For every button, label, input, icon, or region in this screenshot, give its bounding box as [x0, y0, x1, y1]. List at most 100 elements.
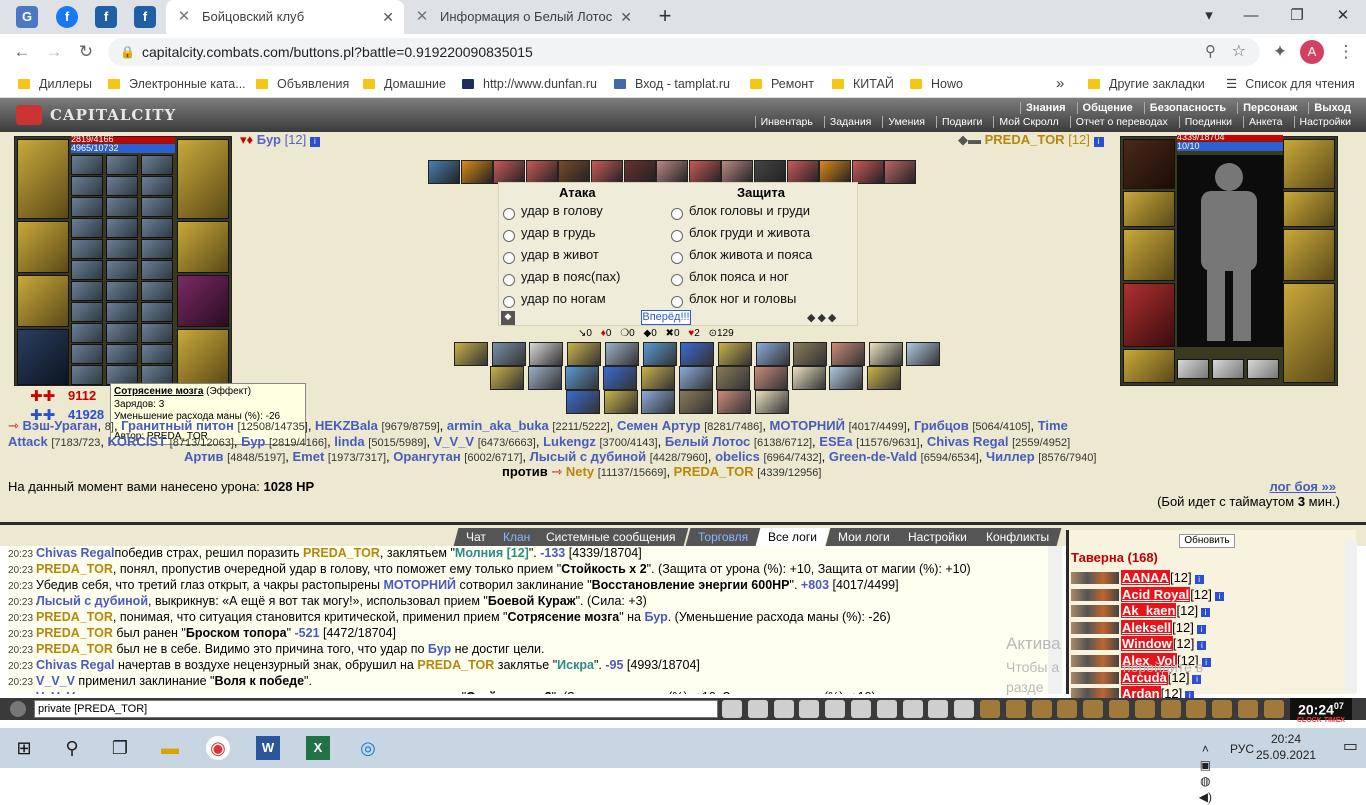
shield-icon[interactable]: ◆	[501, 311, 515, 325]
participant-name[interactable]: Chivas Regal	[927, 434, 1009, 449]
reading-list[interactable]: ☰ Список для чтения	[1226, 70, 1355, 98]
chrome-icon[interactable]: ◉	[206, 736, 230, 760]
armor-slot[interactable]	[17, 329, 69, 385]
effect-icon[interactable]	[679, 390, 714, 414]
effect-icon[interactable]	[717, 342, 752, 366]
menu-dots-icon[interactable]: ⋮	[1334, 40, 1358, 64]
spell-slot[interactable]	[141, 260, 173, 280]
spell-slot[interactable]	[71, 323, 103, 343]
spell-slot[interactable]	[106, 302, 138, 322]
taverna-user-name[interactable]: Ak_kaen	[1121, 603, 1177, 619]
info-icon[interactable]: i	[1196, 624, 1206, 634]
chat-action-icon[interactable]	[1083, 700, 1104, 718]
zoom-icon[interactable]: ⚲	[1205, 38, 1216, 66]
spell-slot[interactable]	[141, 239, 173, 259]
attack-radio[interactable]	[503, 274, 515, 286]
spell-slot[interactable]	[106, 260, 138, 280]
participant-name[interactable]: KORCIST	[108, 434, 167, 449]
more-bookmarks-chevron[interactable]: »	[1056, 70, 1064, 98]
shield-slot[interactable]	[177, 221, 229, 273]
legs-slot[interactable]	[1283, 283, 1335, 383]
info-icon[interactable]: i	[1201, 608, 1211, 618]
chat-action-icon[interactable]	[1186, 700, 1207, 718]
chat-action-icon[interactable]	[980, 700, 1000, 718]
gloves-slot[interactable]	[17, 221, 69, 273]
effect-icon[interactable]	[640, 366, 675, 390]
minimize-button[interactable]: —	[1228, 0, 1274, 34]
right-player-name[interactable]: PREDA_TOR	[985, 132, 1065, 147]
tray-icons[interactable]: ˄ ▣ ◍ ◀)	[1199, 741, 1212, 805]
skill-icon[interactable]	[884, 160, 917, 184]
chat-input[interactable]	[34, 700, 718, 718]
spell-slot[interactable]	[141, 218, 173, 238]
effect-icon[interactable]	[566, 390, 600, 414]
spell-slot[interactable]	[141, 155, 173, 175]
menu-quests[interactable]: Задания	[823, 116, 877, 128]
defense-radio[interactable]	[671, 252, 683, 264]
taverna-user-name[interactable]: AANAA	[1121, 570, 1170, 585]
chat-action-icon[interactable]	[928, 700, 949, 718]
effect-icon[interactable]	[791, 366, 826, 390]
participant-name[interactable]: obelics	[715, 449, 760, 464]
edge-icon[interactable]: ◎	[356, 736, 380, 760]
chat-action-icon[interactable]	[825, 700, 846, 718]
skill-icon[interactable]	[525, 160, 558, 184]
pinned-tab-facebook[interactable]: f	[56, 6, 78, 28]
belt-slot[interactable]	[1123, 349, 1175, 383]
chat-name[interactable]: PREDA_TOR	[417, 658, 494, 672]
info-icon[interactable]: i	[1214, 591, 1224, 601]
chat-name[interactable]: Бур	[428, 642, 451, 656]
other-bookmarks[interactable]: Другие закладки	[1088, 70, 1205, 98]
chat-action-icon[interactable]	[799, 700, 820, 718]
participant-name[interactable]: Green-de-Vald	[829, 449, 917, 464]
bookmark-item[interactable]: Ремонт	[750, 70, 814, 98]
effect-icon[interactable]	[641, 390, 676, 414]
participant-name[interactable]: Грибцов	[914, 418, 969, 433]
menu-duels[interactable]: Поединки	[1178, 116, 1237, 128]
notifications-icon[interactable]: ▭	[1343, 739, 1358, 755]
spell-slot[interactable]	[106, 218, 138, 238]
earrings-slot[interactable]	[1283, 139, 1335, 189]
skill-icon[interactable]	[786, 160, 819, 184]
participant-name[interactable]: Чиллер	[986, 449, 1035, 464]
participant-name[interactable]: Гранитный питон	[121, 418, 234, 433]
effect-icon[interactable]	[868, 342, 903, 366]
tab-system-messages[interactable]: Системные сообщения	[533, 528, 688, 546]
tab-search-icon[interactable]: ▾	[1186, 0, 1232, 34]
pinned-tab-google[interactable]: G	[16, 6, 38, 28]
skill-icon[interactable]	[819, 160, 852, 184]
menu-security[interactable]: Безопасность	[1143, 102, 1232, 114]
chat-action-icon[interactable]	[851, 700, 871, 718]
chat-name[interactable]: Бур	[644, 610, 667, 624]
chat-name[interactable]: Лысый с дубиной	[36, 594, 148, 608]
bracers-slot[interactable]	[177, 139, 229, 219]
spell-slot[interactable]	[141, 197, 173, 217]
participant-name[interactable]: МОТОРНИЙ	[770, 418, 845, 433]
defense-radio[interactable]	[671, 296, 683, 308]
bookmark-item[interactable]: http://www.dunfan.ru	[462, 70, 597, 98]
defense-radio[interactable]	[671, 230, 683, 242]
menu-feats[interactable]: Подвиги	[935, 116, 988, 128]
bookmark-item[interactable]: Вход - tamplat.ru	[614, 70, 730, 98]
effect-icon[interactable]	[716, 390, 751, 414]
effect-icon[interactable]	[527, 366, 562, 390]
tab-settings[interactable]: Настройки	[895, 528, 980, 546]
tab-my-logs[interactable]: Мои логи	[825, 528, 903, 546]
file-explorer-icon[interactable]: ▬	[158, 736, 182, 760]
menu-knowledge[interactable]: Знания	[1020, 102, 1071, 114]
effect-icon[interactable]	[491, 342, 526, 366]
participant-name[interactable]: Nety	[566, 464, 594, 479]
ring-slot[interactable]	[1247, 359, 1279, 379]
spell-slot[interactable]	[71, 281, 103, 301]
effect-icon[interactable]	[680, 342, 715, 366]
language-indicator[interactable]: РУС	[1230, 741, 1254, 757]
close-window-button[interactable]: ✕	[1320, 0, 1366, 34]
participant-name[interactable]: Белый Лотос	[665, 434, 750, 449]
chat-name[interactable]: PREDA_TOR	[303, 546, 380, 560]
spell-slot[interactable]	[141, 344, 173, 364]
forward-arrow-icon[interactable]: →	[42, 40, 66, 64]
spell-slot[interactable]	[71, 365, 103, 385]
menu-settings[interactable]: Настройки	[1293, 116, 1356, 128]
effect-icon[interactable]	[753, 366, 788, 390]
menu-skills[interactable]: Умения	[882, 116, 930, 128]
